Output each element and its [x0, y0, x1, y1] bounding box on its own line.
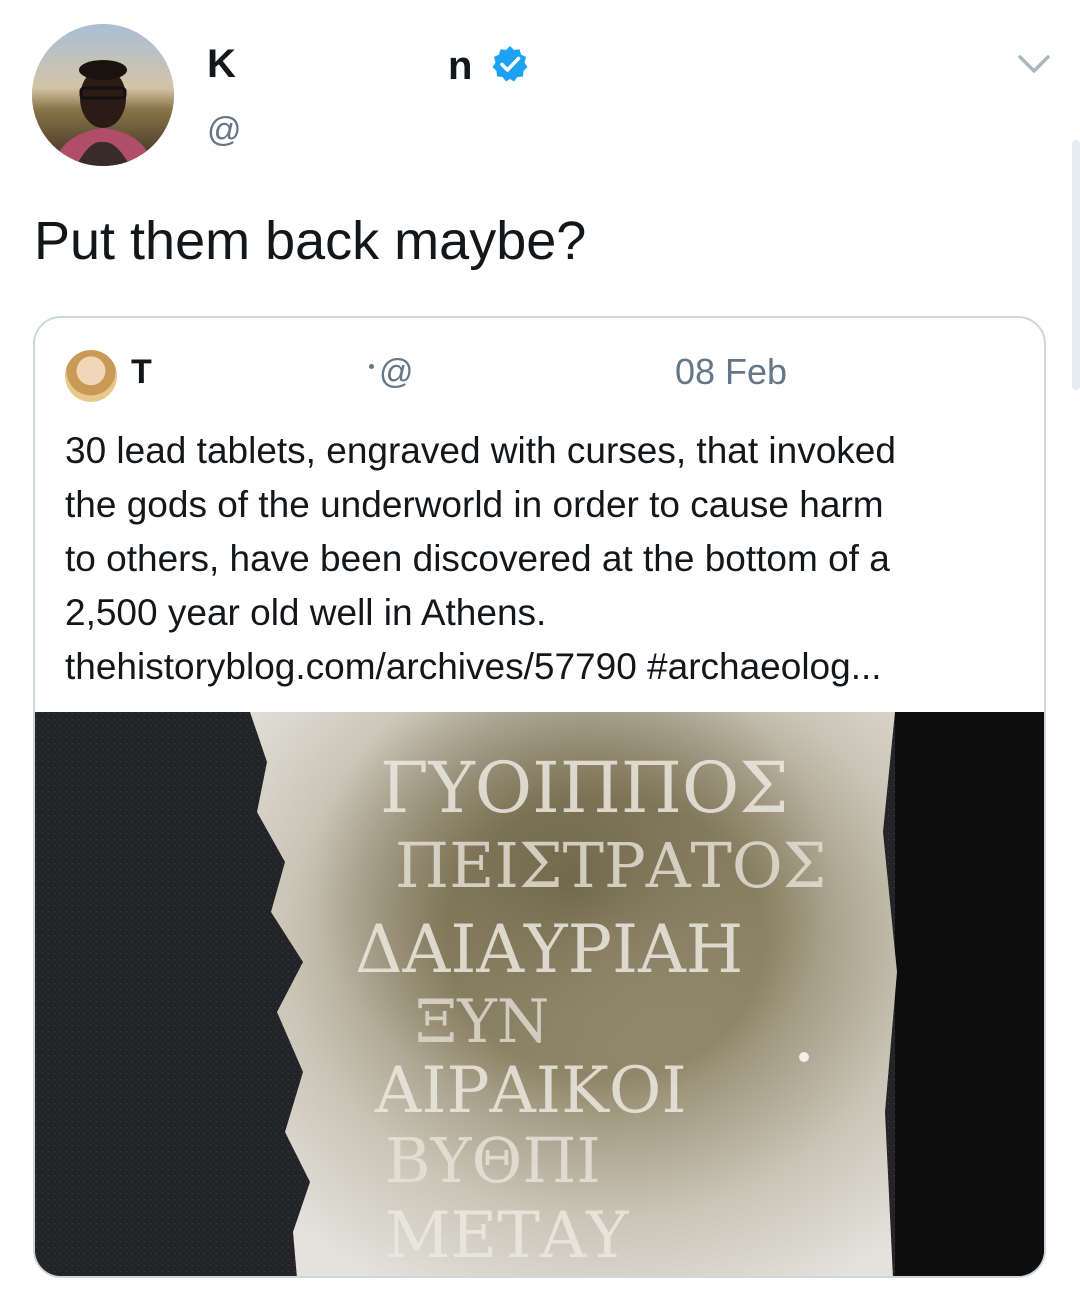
quoted-text-line: 30 lead tablets, engraved with curses, t…	[65, 430, 896, 471]
quoted-text-link[interactable]: thehistoryblog.com/archives/57790 #archa…	[65, 640, 1025, 694]
author-avatar[interactable]	[32, 24, 174, 166]
tablet-image: ΓΥΟΙΠΠΟΣ ΠΕΙΣΤΡΑΤΟΣ ΔΑΙΑΥΡΙΑΗ ΞΥΝ ΑΙΡΑΙΚ…	[35, 712, 1044, 1276]
quoted-author-handle: @	[379, 353, 414, 391]
quoted-tweet-date: 08 Feb	[675, 351, 788, 392]
author-name-end[interactable]: n	[448, 42, 472, 90]
author-avatar-image	[32, 24, 174, 166]
quoted-text-line: the gods of the underworld in order to c…	[65, 484, 884, 525]
inscription-line: ΒΥΘΠΙ	[385, 1124, 601, 1197]
inscription-line: ΞΥΝ	[415, 987, 549, 1057]
quoted-text-line: 2,500 year old well in Athens.	[65, 592, 547, 633]
author-name[interactable]: K	[207, 40, 236, 88]
inscription-line: ΠΕΙΣΤΡΑΤΟΣ	[395, 829, 827, 902]
quoted-tweet-text: 30 lead tablets, engraved with curses, t…	[65, 424, 1025, 694]
inscription-line: ΓΥΟΙΠΠΟΣ	[380, 747, 789, 829]
inscription-line: ΜΕΤΑΥ	[385, 1199, 629, 1273]
author-handle[interactable]: @	[207, 110, 242, 150]
quoted-author-avatar[interactable]	[65, 350, 117, 402]
tweet-text: Put them back maybe?	[34, 211, 587, 271]
inscription-line: ΔΑΙΑΥΡΙΑΗ	[355, 911, 743, 988]
separator-dot	[369, 364, 374, 369]
quoted-tweet[interactable]: T @ 08 Feb 30 lead tablets, engraved wit…	[33, 316, 1046, 1278]
inscription-line: ΑΙΡΑΙΚΟΙ	[374, 1054, 687, 1128]
quoted-text-line: to others, have been discovered at the b…	[65, 538, 890, 579]
scrollbar[interactable]	[1072, 140, 1080, 390]
verified-badge-icon	[492, 46, 528, 82]
chevron-down-icon[interactable]	[1016, 48, 1052, 78]
quoted-author-name: T	[131, 353, 152, 391]
lead-tablet-photo[interactable]: ΓΥΟΙΠΠΟΣ ΠΕΙΣΤΡΑΤΟΣ ΔΑΙΑΥΡΙΑΗ ΞΥΝ ΑΙΡΑΙΚ…	[35, 712, 1044, 1276]
